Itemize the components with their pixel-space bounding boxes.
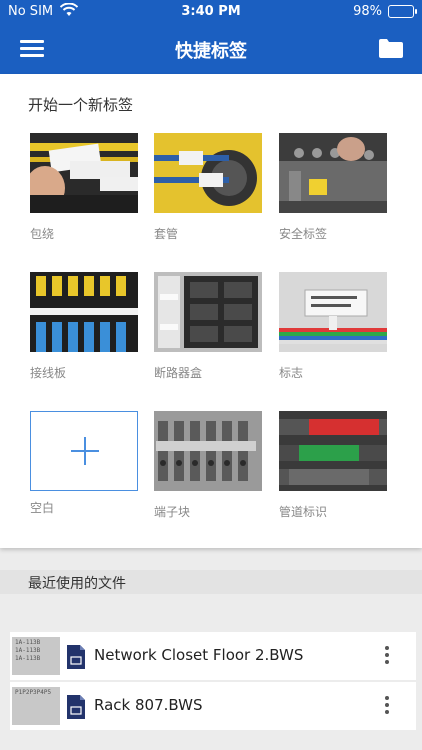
tile-label: 套管 [154, 227, 179, 241]
more-options-icon[interactable] [384, 696, 390, 718]
template-sleeve[interactable]: 套管 [154, 133, 262, 242]
safety-label-thumbnail [279, 133, 387, 213]
preview-line: 1A-113B [15, 639, 41, 646]
template-pipe-marker[interactable]: 管道标识 [279, 411, 387, 520]
page-title: 快捷标签 [175, 41, 247, 62]
tile-label: 空白 [30, 501, 55, 515]
tile-label: 安全标签 [279, 227, 328, 241]
sleeve-thumbnail [154, 133, 262, 213]
terminal-block-thumbnail [154, 411, 262, 491]
folder-icon[interactable] [378, 37, 404, 59]
sign-thumbnail [279, 272, 387, 352]
document-icon [67, 695, 85, 719]
app-header: 快捷标签 [0, 24, 422, 74]
tile-label: 断路器盒 [154, 366, 203, 380]
section-heading: 最近使用的文件 [28, 576, 126, 592]
new-label-panel: 开始一个新标签 包绕 套管 安全标签 接线板 断路器盒 标志 空白 端子块 管道… [0, 74, 422, 548]
battery-percentage: 98% [353, 4, 382, 19]
tile-label: 端子块 [154, 505, 191, 519]
template-safety-label[interactable]: 安全标签 [279, 133, 387, 242]
section-heading: 开始一个新标签 [28, 96, 134, 114]
file-preview: 1A-113B 1A-113B 1A-113B [12, 637, 60, 675]
template-wrap[interactable]: 包绕 [25, 133, 138, 242]
preview-line: 1A-113B [15, 655, 41, 662]
battery-icon [388, 5, 417, 18]
template-sign[interactable]: 标志 [279, 272, 387, 381]
blank-thumbnail [30, 411, 138, 491]
status-bar: No SIM 3:40 PM 98% [0, 0, 422, 24]
tile-label: 管道标识 [279, 505, 328, 519]
recent-file-row[interactable]: 1A-113B 1A-113B 1A-113B Network Closet F… [10, 632, 416, 680]
tile-label: 接线板 [30, 366, 67, 380]
template-blank[interactable]: 空白 [30, 411, 138, 516]
template-terminal-block[interactable]: 端子块 [154, 411, 262, 520]
document-icon [67, 645, 85, 669]
preview-line: 1A-113B [15, 647, 41, 654]
wrap-thumbnail [25, 133, 138, 213]
more-options-icon[interactable] [384, 646, 390, 668]
tile-label: 标志 [279, 366, 304, 380]
pipe-marker-thumbnail [279, 411, 387, 491]
plus-icon-stroke [84, 437, 86, 465]
patch-panel-thumbnail [30, 272, 138, 352]
preview-line: P1P2P3P4P5 [15, 689, 52, 696]
file-name: Rack 807.BWS [94, 696, 203, 714]
recent-file-row[interactable]: P1P2P3P4P5 Rack 807.BWS [10, 682, 416, 730]
file-preview: P1P2P3P4P5 [12, 687, 60, 725]
tile-label: 包绕 [30, 227, 55, 241]
template-patch-panel[interactable]: 接线板 [30, 272, 138, 381]
recent-files-header: 最近使用的文件 [0, 570, 422, 594]
file-name: Network Closet Floor 2.BWS [94, 646, 304, 664]
template-breaker-box[interactable]: 断路器盒 [154, 272, 262, 381]
breaker-box-thumbnail [154, 272, 262, 352]
